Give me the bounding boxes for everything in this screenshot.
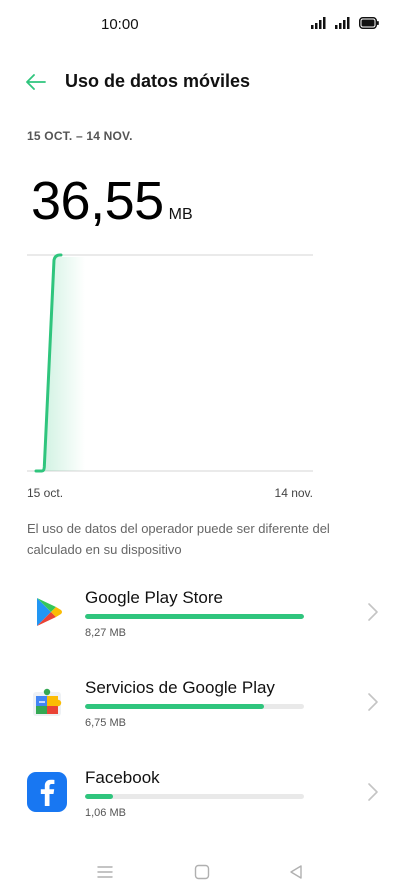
app-usage-bar: [85, 704, 304, 709]
signal-icon: [311, 17, 326, 29]
app-usage-bar-fill: [85, 794, 114, 799]
app-name: Facebook: [85, 768, 160, 787]
chart-x-label-start: 15 oct.: [27, 486, 64, 500]
navigation-bar: [0, 848, 403, 896]
google-play-store-icon: [37, 598, 62, 626]
menu-button[interactable]: [93, 860, 117, 884]
app-row-facebook[interactable]: Facebook 1,06 MB: [0, 750, 403, 834]
app-usage-size: 1,06 MB: [85, 807, 126, 819]
chevron-right-icon: [368, 783, 378, 801]
total-usage-unit: MB: [168, 206, 193, 223]
usage-chart: [27, 253, 313, 473]
app-name: Servicios de Google Play: [85, 678, 275, 697]
chart-x-label-end: 14 nov.: [274, 486, 313, 500]
page-title: Uso de datos móviles: [65, 71, 251, 91]
app-row-google-play-store[interactable]: Google Play Store 8,27 MB: [0, 570, 403, 654]
back-nav-button[interactable]: [284, 860, 308, 884]
total-usage-value: 36,55: [31, 171, 164, 231]
status-bar: 10:00: [0, 0, 403, 48]
app-usage-bar: [85, 614, 304, 619]
back-triangle-icon: [290, 865, 302, 879]
app-usage-size: 6,75 MB: [85, 717, 126, 729]
app-usage-bar-fill: [85, 704, 264, 709]
date-range[interactable]: 15 OCT. – 14 NOV.: [27, 129, 133, 143]
back-arrow-icon: [26, 74, 46, 90]
battery-icon: [359, 17, 379, 29]
app-row-google-play-services[interactable]: Servicios de Google Play 6,75 MB: [0, 660, 403, 744]
back-button[interactable]: [22, 68, 50, 96]
app-usage-bar: [85, 794, 304, 799]
disclaimer-text: El uso de datos del operador puede ser d…: [27, 521, 330, 557]
app-name: Google Play Store: [85, 588, 223, 607]
status-icons: [311, 17, 379, 29]
header: Uso de datos móviles: [0, 64, 403, 100]
facebook-icon: [27, 772, 67, 812]
chevron-right-icon: [368, 693, 378, 711]
total-usage: 36,55 MB: [31, 170, 193, 232]
status-time: 10:00: [101, 16, 139, 33]
google-play-services-icon: [33, 688, 62, 716]
home-button[interactable]: [190, 860, 214, 884]
app-usage-bar-fill: [85, 614, 304, 619]
app-usage-size: 8,27 MB: [85, 627, 126, 639]
menu-icon: [97, 866, 113, 878]
chevron-right-icon: [368, 603, 378, 621]
home-square-icon: [194, 864, 210, 880]
signal-icon: [335, 17, 350, 29]
